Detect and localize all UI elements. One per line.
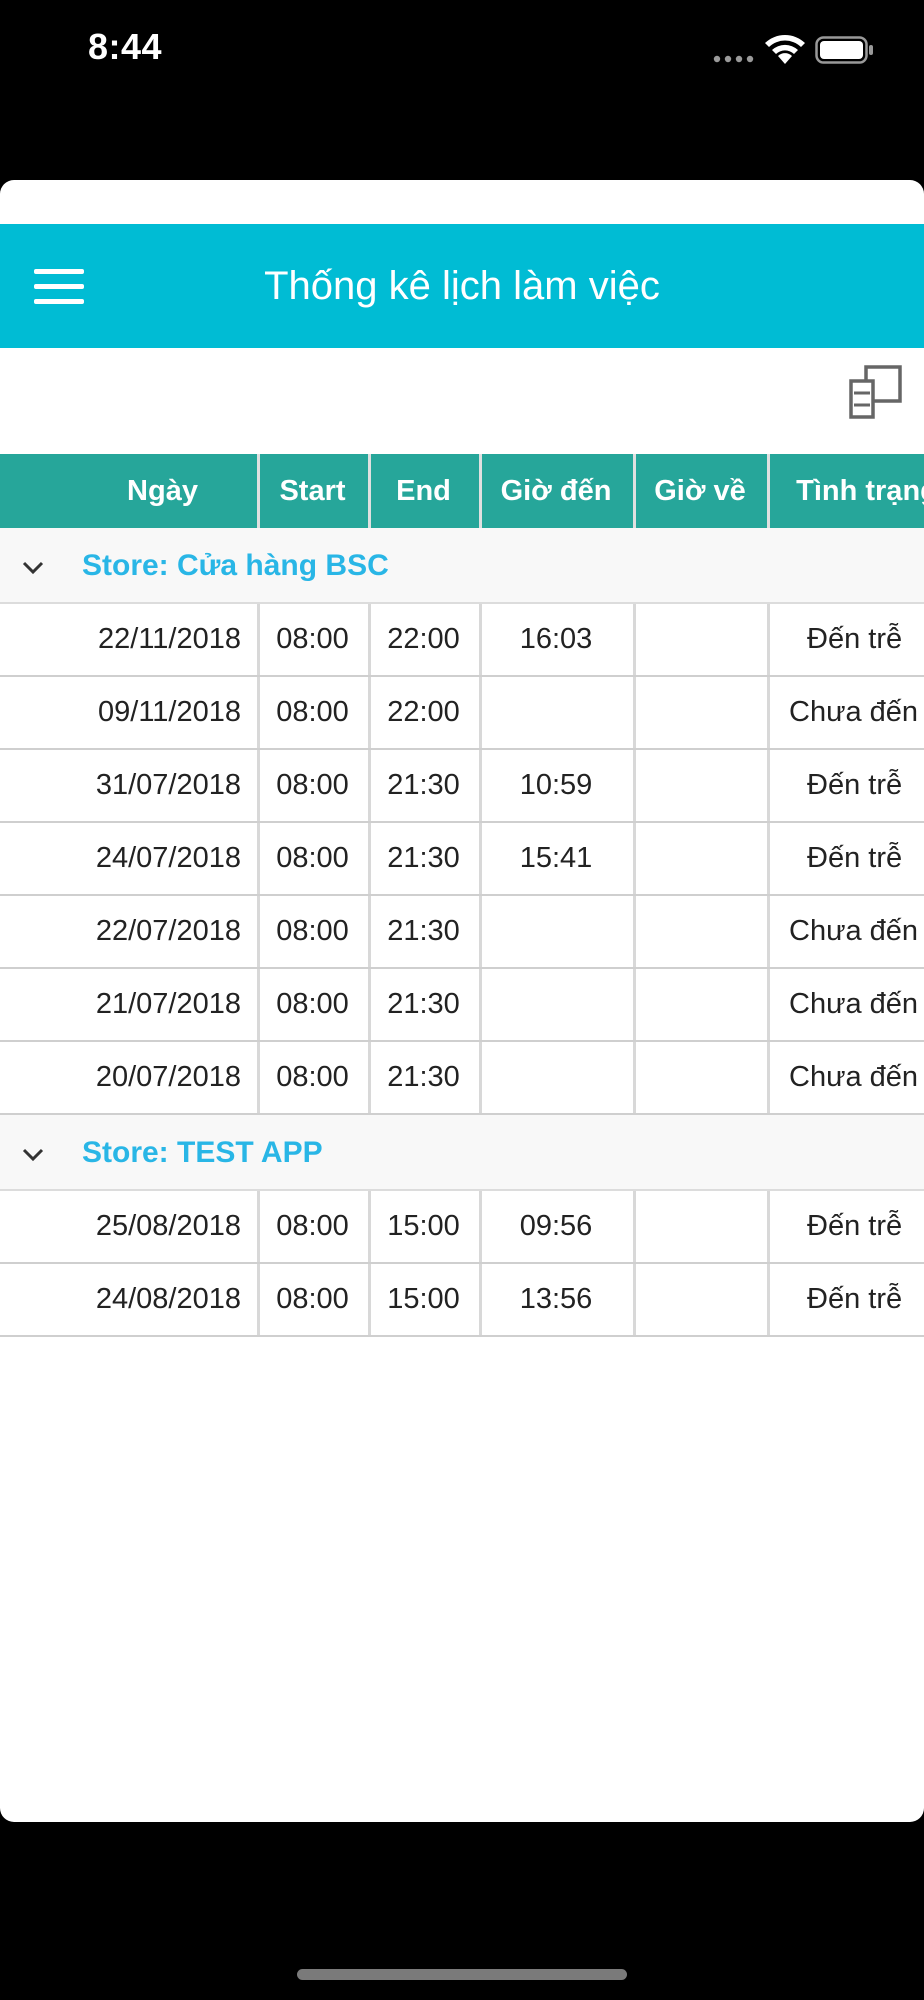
cell-end: 15:00 — [368, 1264, 482, 1335]
cell-checkout — [633, 969, 770, 1040]
cell-checkin — [479, 1042, 636, 1113]
cell-checkin: 09:56 — [479, 1191, 636, 1262]
cell-start: 08:00 — [257, 750, 371, 821]
cell-checkout — [633, 750, 770, 821]
hamburger-menu-icon — [34, 269, 84, 304]
cell-date: 09/11/2018 — [0, 677, 260, 748]
status-time: 8:44 — [88, 26, 163, 67]
chevron-down-icon — [22, 1148, 44, 1162]
table-header: Ngày Start End Giờ đến Giờ về Tình trạng — [0, 454, 924, 528]
cell-start: 08:00 — [257, 1042, 371, 1113]
table-row[interactable]: 22/11/2018 08:00 22:00 16:03 Đến trễ — [0, 604, 924, 677]
cell-start: 08:00 — [257, 1264, 371, 1335]
cell-status: Chưa đến — [789, 988, 919, 1020]
cell-checkout — [633, 677, 770, 748]
cell-end: 21:30 — [368, 969, 482, 1040]
cell-date: 25/08/2018 — [0, 1191, 260, 1262]
cell-date: 22/11/2018 — [0, 604, 260, 675]
cell-status: Đến trễ — [807, 623, 903, 655]
column-header-date[interactable]: Ngày — [0, 454, 260, 528]
cell-end: 21:30 — [368, 896, 482, 967]
column-header-end[interactable]: End — [368, 454, 482, 528]
table-row[interactable]: 20/07/2018 08:00 21:30 Chưa đến — [0, 1042, 924, 1115]
schedule-table: Ngày Start End Giờ đến Giờ về Tình trạng… — [0, 454, 924, 1354]
cell-checkout — [633, 1191, 770, 1262]
table-row[interactable]: 24/08/2018 08:00 15:00 13:56 Đến trễ — [0, 1264, 924, 1337]
toolbar — [0, 348, 924, 454]
cell-end: 22:00 — [368, 677, 482, 748]
table-row[interactable]: 09/11/2018 08:00 22:00 Chưa đến — [0, 677, 924, 750]
cell-checkin: 16:03 — [479, 604, 636, 675]
cell-checkin: 15:41 — [479, 823, 636, 894]
cellular-signal-icon — [713, 55, 754, 63]
cell-start: 08:00 — [257, 677, 371, 748]
cell-status: Đến trễ — [807, 769, 903, 801]
cell-start: 08:00 — [257, 969, 371, 1040]
app-bar: Thống kê lịch làm việc — [0, 224, 924, 348]
group-label: Store: Cửa hàng BSC — [82, 549, 389, 582]
cell-checkin — [479, 969, 636, 1040]
battery-icon — [815, 36, 873, 64]
cell-status: Đến trễ — [807, 842, 903, 874]
column-header-status[interactable]: Tình trạng — [767, 454, 924, 528]
cell-status: Chưa đến — [789, 915, 919, 947]
wifi-icon — [765, 35, 805, 64]
group-row[interactable]: Store: TEST APP — [0, 1115, 924, 1191]
cell-end: 15:00 — [368, 1191, 482, 1262]
cell-date: 22/07/2018 — [0, 896, 260, 967]
cell-end: 21:30 — [368, 823, 482, 894]
status-bar: 8:44 — [0, 0, 924, 110]
cell-start: 08:00 — [257, 823, 371, 894]
table-row[interactable]: 21/07/2018 08:00 21:30 Chưa đến — [0, 969, 924, 1042]
cell-status: Chưa đến — [789, 1061, 919, 1093]
layout-toggle-icon[interactable] — [848, 364, 904, 420]
cell-date: 24/08/2018 — [0, 1264, 260, 1335]
cell-checkin — [479, 896, 636, 967]
modal-sheet: Thống kê lịch làm việc Ngày Start End Gi… — [0, 180, 924, 1822]
cell-end: 21:30 — [368, 750, 482, 821]
cell-checkout — [633, 1042, 770, 1113]
cell-checkin — [479, 677, 636, 748]
cell-end: 22:00 — [368, 604, 482, 675]
cell-status: Đến trễ — [807, 1210, 903, 1242]
cell-checkout — [633, 823, 770, 894]
cell-date: 21/07/2018 — [0, 969, 260, 1040]
cell-checkin: 10:59 — [479, 750, 636, 821]
home-indicator — [297, 1969, 627, 1980]
cell-status: Đến trễ — [807, 1283, 903, 1315]
cell-checkout — [633, 896, 770, 967]
column-header-checkout[interactable]: Giờ về — [633, 454, 770, 528]
cell-checkout — [633, 1264, 770, 1335]
page-title: Thống kê lịch làm việc — [264, 264, 660, 308]
cell-start: 08:00 — [257, 896, 371, 967]
column-header-start[interactable]: Start — [257, 454, 371, 528]
cell-date: 20/07/2018 — [0, 1042, 260, 1113]
cell-status: Chưa đến — [789, 696, 919, 728]
column-header-checkin[interactable]: Giờ đến — [479, 454, 636, 528]
cell-start: 08:00 — [257, 1191, 371, 1262]
menu-button[interactable] — [26, 260, 92, 314]
table-row[interactable]: 24/07/2018 08:00 21:30 15:41 Đến trễ — [0, 823, 924, 896]
cell-checkout — [633, 604, 770, 675]
cell-date: 24/07/2018 — [0, 823, 260, 894]
table-row[interactable]: 22/07/2018 08:00 21:30 Chưa đến — [0, 896, 924, 969]
cell-start: 08:00 — [257, 604, 371, 675]
group-label: Store: TEST APP — [82, 1136, 323, 1169]
cell-checkin: 13:56 — [479, 1264, 636, 1335]
cell-end: 21:30 — [368, 1042, 482, 1113]
cell-date: 31/07/2018 — [0, 750, 260, 821]
group-row[interactable]: Store: Cửa hàng BSC — [0, 528, 924, 604]
chevron-down-icon — [22, 561, 44, 575]
table-row[interactable]: 25/08/2018 08:00 15:00 09:56 Đến trễ — [0, 1191, 924, 1264]
table-row[interactable]: 31/07/2018 08:00 21:30 10:59 Đến trễ — [0, 750, 924, 823]
